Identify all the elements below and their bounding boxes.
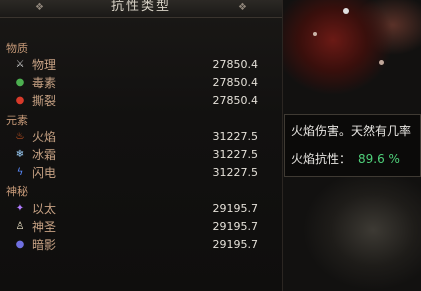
resistance-name: 以太 [32,202,57,216]
resistance-value: 27850.4 [212,76,259,89]
bleed-icon: ● [15,95,25,106]
resistance-name: 毒素 [32,76,57,90]
resistance-name: 火焰 [32,130,57,144]
holy-icon: ♙ [15,221,25,232]
resistance-value: 29195.7 [212,220,259,233]
resistance-row-physical[interactable]: ⚔ 物理 27850.4 [0,56,282,74]
resistance-name: 撕裂 [32,94,57,108]
frost-icon: ❄ [15,149,25,160]
tooltip-label: 火焰抗性： [291,152,352,166]
poison-icon: ● [15,77,25,88]
resistance-name: 物理 [32,58,57,72]
sword-icon: ⚔ [15,59,25,70]
resistance-row-lightning[interactable]: ϟ 闪电 31227.5 [0,164,282,182]
panel-title: 抗性类型 [110,0,171,14]
resistance-value: 29195.7 [212,202,259,215]
tooltip-description: 火焰伤害。天然有几率 [291,124,412,138]
resistance-name: 暗影 [32,238,57,252]
resistance-value: 27850.4 [212,94,259,107]
resistance-value: 31227.5 [212,148,259,161]
scene-highlight [313,32,317,36]
resistance-row-bleed[interactable]: ● 撕裂 27850.4 [0,92,282,110]
lightning-icon: ϟ [16,167,24,178]
resistance-panel: ❖ 抗性类型 ❖ 物质 ⚔ 物理 27850.4 ● 毒素 27850.4 ● … [0,0,283,291]
resistance-value: 31227.5 [212,166,259,179]
category-label-mystic: 神秘 [6,185,28,198]
resistance-row-aether[interactable]: ✦ 以太 29195.7 [0,200,282,218]
resistance-row-fire[interactable]: ♨ 火焰 31227.5 [0,128,282,146]
category-label-elemental: 元素 [6,114,28,127]
resistance-name: 闪电 [32,166,57,180]
scene-highlight [379,60,384,65]
shadow-icon: ● [15,239,25,250]
scene-highlight [343,8,349,14]
ornament-icon: ❖ [35,2,44,13]
resistance-value: 27850.4 [212,58,259,71]
panel-header: ❖ 抗性类型 ❖ [0,0,282,18]
tooltip-value: 89.6 % [358,152,400,166]
resistance-row-holy[interactable]: ♙ 神圣 29195.7 [0,218,282,236]
aether-icon: ✦ [15,203,25,214]
category-label-physical: 物质 [6,42,28,55]
resistance-value: 29195.7 [212,238,259,251]
resistance-name: 冰霜 [32,148,57,162]
fire-icon: ♨ [15,131,25,142]
fire-resistance-tooltip: 火焰伤害。天然有几率 火焰抗性： 89.6 % [284,114,421,177]
resistance-row-frost[interactable]: ❄ 冰霜 31227.5 [0,146,282,164]
resistance-value: 31227.5 [212,130,259,143]
resistance-row-shadow[interactable]: ● 暗影 29195.7 [0,236,282,254]
resistance-name: 神圣 [32,220,57,234]
ornament-icon: ❖ [238,2,247,13]
resistance-row-poison[interactable]: ● 毒素 27850.4 [0,74,282,92]
